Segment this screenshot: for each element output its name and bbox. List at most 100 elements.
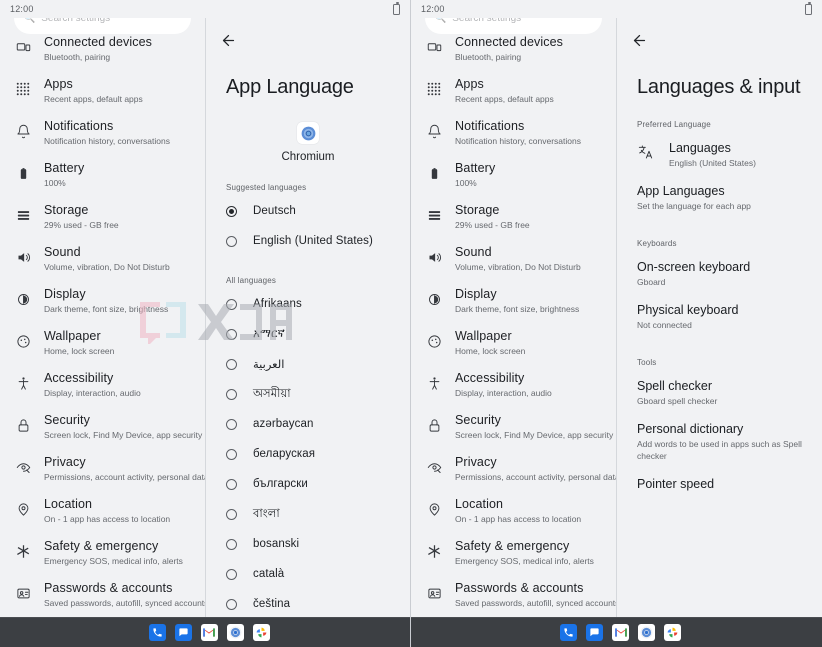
settings-item-sound[interactable]: Sound Volume, vibration, Do Not Disturb: [411, 238, 616, 280]
settings-scroll-right[interactable]: Connected devices Bluetooth, pairing Apps R…: [411, 36, 616, 617]
suggested-languages-list[interactable]: Deutsch English (United States): [206, 196, 410, 256]
settings-item-connected-devices[interactable]: Connected devices Bluetooth, pairing: [0, 36, 205, 70]
radio-button[interactable]: [226, 448, 237, 460]
settings-item-safety-emergency[interactable]: Safety & emergency Emergency SOS, medical…: [411, 532, 616, 574]
language-option-e-tina[interactable]: čeština: [206, 589, 410, 617]
settings-item-notifications[interactable]: Notifications Notification history, conve…: [0, 112, 205, 154]
settings-item-title: Apps: [455, 77, 484, 91]
gmail-app-icon[interactable]: [200, 624, 218, 641]
settings-item-display[interactable]: Display Dark theme, font size, brightness: [411, 280, 616, 322]
settings-item-wallpaper[interactable]: Wallpaper Home, lock screen: [411, 322, 616, 364]
settings-item-apps[interactable]: Apps Recent apps, default apps: [411, 70, 616, 112]
settings-item-security[interactable]: Security Screen lock, Find My Device, app…: [0, 406, 205, 448]
settings-item-privacy[interactable]: Privacy Permissions, account activity, pe…: [0, 448, 205, 490]
settings-item-display[interactable]: Display Dark theme, font size, brightness: [0, 280, 205, 322]
settings-item-subtitle: 29% used - GB free: [44, 220, 119, 230]
setting-row-subtitle: Not connected: [637, 320, 692, 330]
setting-row-on-screen-keyboard[interactable]: On-screen keyboard Gboard: [617, 252, 822, 295]
languages-input-sections[interactable]: Preferred Language Languages English (Unit…: [617, 120, 822, 501]
radio-button[interactable]: [226, 418, 237, 430]
language-option-[interactable]: беларуская: [206, 439, 410, 469]
settings-item-accessibility[interactable]: Accessibility Display, interaction, audio: [0, 364, 205, 406]
settings-item-storage[interactable]: Storage 29% used - GB free: [0, 196, 205, 238]
settings-item-apps[interactable]: Apps Recent apps, default apps: [0, 70, 205, 112]
languages-input-pane[interactable]: Languages & input Preferred Language Lang…: [617, 18, 822, 617]
photos-app-icon[interactable]: [664, 624, 681, 641]
settings-list-pane-left[interactable]: 🔍 Search settings Connected devices Bluet…: [0, 18, 206, 617]
radio-button[interactable]: [226, 358, 237, 370]
settings-list-pane-right[interactable]: 🔍 Search settings Connected devices Bluet…: [411, 18, 617, 617]
status-bar-left: 12:00: [0, 0, 410, 18]
setting-row-spell-checker[interactable]: Spell checker Gboard spell checker: [617, 371, 822, 414]
settings-item-subtitle: Dark theme, font size, brightness: [44, 304, 169, 314]
settings-item-battery[interactable]: Battery 100%: [411, 154, 616, 196]
search-input[interactable]: Search settings: [41, 18, 110, 24]
setting-row-languages[interactable]: Languages English (United States): [617, 133, 822, 176]
setting-row-physical-keyboard[interactable]: Physical keyboard Not connected: [617, 295, 822, 338]
radio-button[interactable]: [226, 328, 237, 340]
language-option-[interactable]: অসমীয়া: [206, 379, 410, 409]
search-settings-bar[interactable]: 🔍 Search settings: [14, 18, 191, 34]
language-option-deutsch[interactable]: Deutsch: [206, 196, 410, 226]
connected-devices-icon: [14, 38, 32, 56]
settings-item-title: Privacy: [44, 455, 86, 469]
settings-item-battery[interactable]: Battery 100%: [0, 154, 205, 196]
settings-item-sound[interactable]: Sound Volume, vibration, Do Not Disturb: [0, 238, 205, 280]
language-label: العربية: [253, 359, 285, 371]
settings-item-safety-emergency[interactable]: Safety & emergency Emergency SOS, medical…: [0, 532, 205, 574]
phone-app-icon[interactable]: [560, 624, 577, 641]
settings-item-passwords-accounts[interactable]: Passwords & accounts Saved passwords, aut…: [0, 574, 205, 616]
language-option-catal[interactable]: català: [206, 559, 410, 589]
settings-item-notifications[interactable]: Notifications Notification history, conve…: [411, 112, 616, 154]
radio-button[interactable]: [226, 538, 237, 550]
messages-app-icon[interactable]: [586, 624, 603, 641]
language-option-bosanski[interactable]: bosanski: [206, 529, 410, 559]
radio-button[interactable]: [226, 598, 237, 610]
back-arrow-icon[interactable]: [206, 24, 242, 56]
gmail-app-icon[interactable]: [612, 624, 629, 641]
settings-item-wallpaper[interactable]: Wallpaper Home, lock screen: [0, 322, 205, 364]
settings-item-storage[interactable]: Storage 29% used - GB free: [411, 196, 616, 238]
messages-app-icon[interactable]: [174, 624, 192, 641]
language-option-[interactable]: български: [206, 469, 410, 499]
settings-scroll-left[interactable]: Connected devices Bluetooth, pairing Apps R…: [0, 36, 205, 617]
language-option-az-rbaycan[interactable]: azərbaycan: [206, 409, 410, 439]
radio-button[interactable]: [226, 235, 237, 247]
search-input[interactable]: Search settings: [452, 18, 521, 24]
setting-row-personal-dictionary[interactable]: Personal dictionary Add words to be used …: [617, 414, 822, 469]
radio-button[interactable]: [226, 298, 237, 310]
settings-item-accessibility[interactable]: Accessibility Display, interaction, audio: [411, 364, 616, 406]
settings-item-passwords-accounts[interactable]: Passwords & accounts Saved passwords, aut…: [411, 574, 616, 616]
settings-item-privacy[interactable]: Privacy Permissions, account activity, pe…: [411, 448, 616, 490]
radio-button[interactable]: [226, 205, 237, 217]
phone-app-icon[interactable]: [148, 624, 166, 641]
location-pin-icon: [425, 500, 443, 518]
language-option-[interactable]: العربية: [206, 349, 410, 379]
radio-button[interactable]: [226, 388, 237, 400]
setting-row-app-languages[interactable]: App Languages Set the language for each a…: [617, 176, 822, 219]
panes-right: 🔍 Search settings Connected devices Bluet…: [411, 18, 822, 617]
chrome-app-icon[interactable]: [226, 624, 244, 641]
settings-item-connected-devices[interactable]: Connected devices Bluetooth, pairing: [411, 36, 616, 70]
chrome-app-icon[interactable]: [638, 624, 655, 641]
all-languages-list[interactable]: Afrikaans አማርኛ العربية অসমীয়া azərbaycan бел…: [206, 289, 410, 617]
settings-item-title: Passwords & accounts: [455, 581, 584, 595]
language-option-afrikaans[interactable]: Afrikaans: [206, 289, 410, 319]
photos-app-icon[interactable]: [252, 624, 270, 641]
radio-button[interactable]: [226, 478, 237, 490]
settings-item-title: Safety & emergency: [44, 539, 159, 553]
dock-right[interactable]: [411, 617, 822, 647]
back-arrow-icon[interactable]: [617, 24, 653, 56]
dock-left[interactable]: [0, 617, 410, 647]
radio-button[interactable]: [226, 508, 237, 520]
search-settings-bar[interactable]: 🔍 Search settings: [425, 18, 602, 34]
language-option-[interactable]: አማርኛ: [206, 319, 410, 349]
language-option-english-united-states[interactable]: English (United States): [206, 226, 410, 256]
setting-row-pointer-speed[interactable]: Pointer speed: [617, 469, 822, 501]
settings-item-security[interactable]: Security Screen lock, Find My Device, app…: [411, 406, 616, 448]
radio-button[interactable]: [226, 568, 237, 580]
app-language-pane[interactable]: App Language Chromium Suggested language…: [206, 18, 410, 617]
language-option-[interactable]: বাংলা: [206, 499, 410, 529]
settings-item-location[interactable]: Location On - 1 app has access to locatio…: [0, 490, 205, 532]
settings-item-location[interactable]: Location On - 1 app has access to locatio…: [411, 490, 616, 532]
